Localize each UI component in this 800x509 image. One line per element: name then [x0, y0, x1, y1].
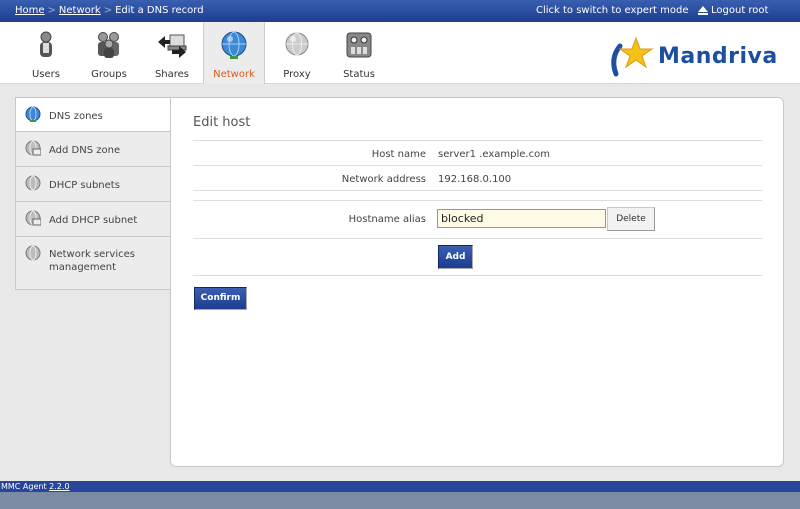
breadcrumb-network-link[interactable]: Network	[59, 5, 101, 16]
nav-network[interactable]: Network	[203, 22, 265, 84]
nav-groups-label: Groups	[91, 69, 127, 80]
expert-mode-link[interactable]: Click to switch to expert mode	[536, 5, 689, 16]
network-address-value: 192.168.0.100	[438, 174, 512, 185]
host-name-value: server1 .example.com	[438, 149, 550, 160]
nav-users[interactable]: Users	[20, 22, 72, 84]
sidebar-item-add-dns-zone[interactable]: Add DNS zone	[15, 132, 171, 167]
sidebar: DNS zones Add DNS zone DHCP subnets Add …	[15, 97, 172, 290]
sidebar-item-add-dhcp-subnet[interactable]: Add DHCP subnet	[15, 202, 171, 237]
nav-groups[interactable]: Groups	[82, 22, 136, 84]
logout-link[interactable]: Logout root	[698, 5, 768, 16]
globe-add-icon	[25, 210, 41, 226]
breadcrumb-current: Edit a DNS record	[115, 5, 204, 16]
groups-icon	[98, 32, 119, 58]
hostname-alias-label: Hostname alias	[348, 214, 426, 225]
star-logo-icon	[611, 36, 654, 77]
sidebar-item-network-services[interactable]: Network services management	[15, 237, 171, 290]
divider	[193, 190, 762, 191]
eject-icon	[698, 6, 708, 15]
sidebar-item-label: Network services management	[49, 249, 135, 273]
nav-shares[interactable]: Shares	[146, 22, 198, 84]
main-panel: Edit host Host name server1 .example.com…	[170, 97, 784, 467]
divider	[193, 200, 762, 201]
nav-proxy[interactable]: Proxy	[272, 22, 322, 84]
sidebar-item-label: DHCP subnets	[49, 180, 120, 191]
shares-icon	[158, 34, 187, 58]
sidebar-item-dns-zones[interactable]: DNS zones	[15, 97, 172, 132]
network-address-label: Network address	[341, 174, 426, 185]
users-icon	[40, 31, 52, 57]
nav-users-label: Users	[31, 69, 60, 80]
breadcrumb: Home > Network > Edit a DNS record	[15, 5, 204, 16]
footer-agent-label: MMC Agent	[1, 482, 47, 491]
breadcrumb-separator: >	[103, 5, 113, 16]
footer-version-link[interactable]: 2.2.0	[49, 482, 69, 491]
add-alias-button[interactable]: Add	[438, 245, 473, 269]
divider	[193, 140, 762, 141]
proxy-icon	[285, 32, 309, 56]
nav-shares-label: Shares	[154, 69, 190, 80]
divider	[193, 238, 762, 239]
nav-status-label: Status	[343, 69, 375, 80]
globe-add-icon	[25, 140, 41, 156]
page-title: Edit host	[193, 115, 251, 130]
logo-text: Mandriva	[658, 44, 778, 69]
network-globe-icon	[221, 31, 247, 59]
nav-proxy-label: Proxy	[283, 69, 311, 80]
footer: MMC Agent 2.2.0	[0, 481, 800, 492]
sidebar-item-dhcp-subnets[interactable]: DHCP subnets	[15, 167, 171, 202]
delete-alias-button[interactable]: Delete	[607, 207, 655, 231]
confirm-button[interactable]: Confirm	[194, 287, 247, 310]
sidebar-item-label: Add DHCP subnet	[49, 215, 138, 226]
module-nav: Users Groups Shares Network Proxy Status…	[0, 22, 800, 84]
nav-status[interactable]: Status	[334, 22, 384, 84]
host-name-label: Host name	[371, 149, 426, 160]
logout-label: Logout root	[711, 5, 769, 16]
mandriva-logo: Mandriva	[606, 36, 786, 80]
hostname-alias-input[interactable]	[437, 209, 606, 228]
divider	[193, 165, 762, 166]
divider	[193, 275, 762, 276]
sidebar-item-label: DNS zones	[49, 111, 103, 122]
nav-network-label: Network	[213, 69, 255, 80]
top-bar: Home > Network > Edit a DNS record Click to …	[0, 0, 800, 22]
breadcrumb-home-link[interactable]: Home	[15, 5, 45, 16]
globe-icon	[25, 106, 41, 122]
sidebar-item-label: Add DNS zone	[49, 145, 121, 156]
globe-icon	[25, 245, 41, 261]
breadcrumb-separator: >	[47, 5, 56, 16]
globe-icon	[25, 175, 41, 191]
bottom-bar	[0, 492, 800, 509]
status-icon	[346, 32, 372, 58]
